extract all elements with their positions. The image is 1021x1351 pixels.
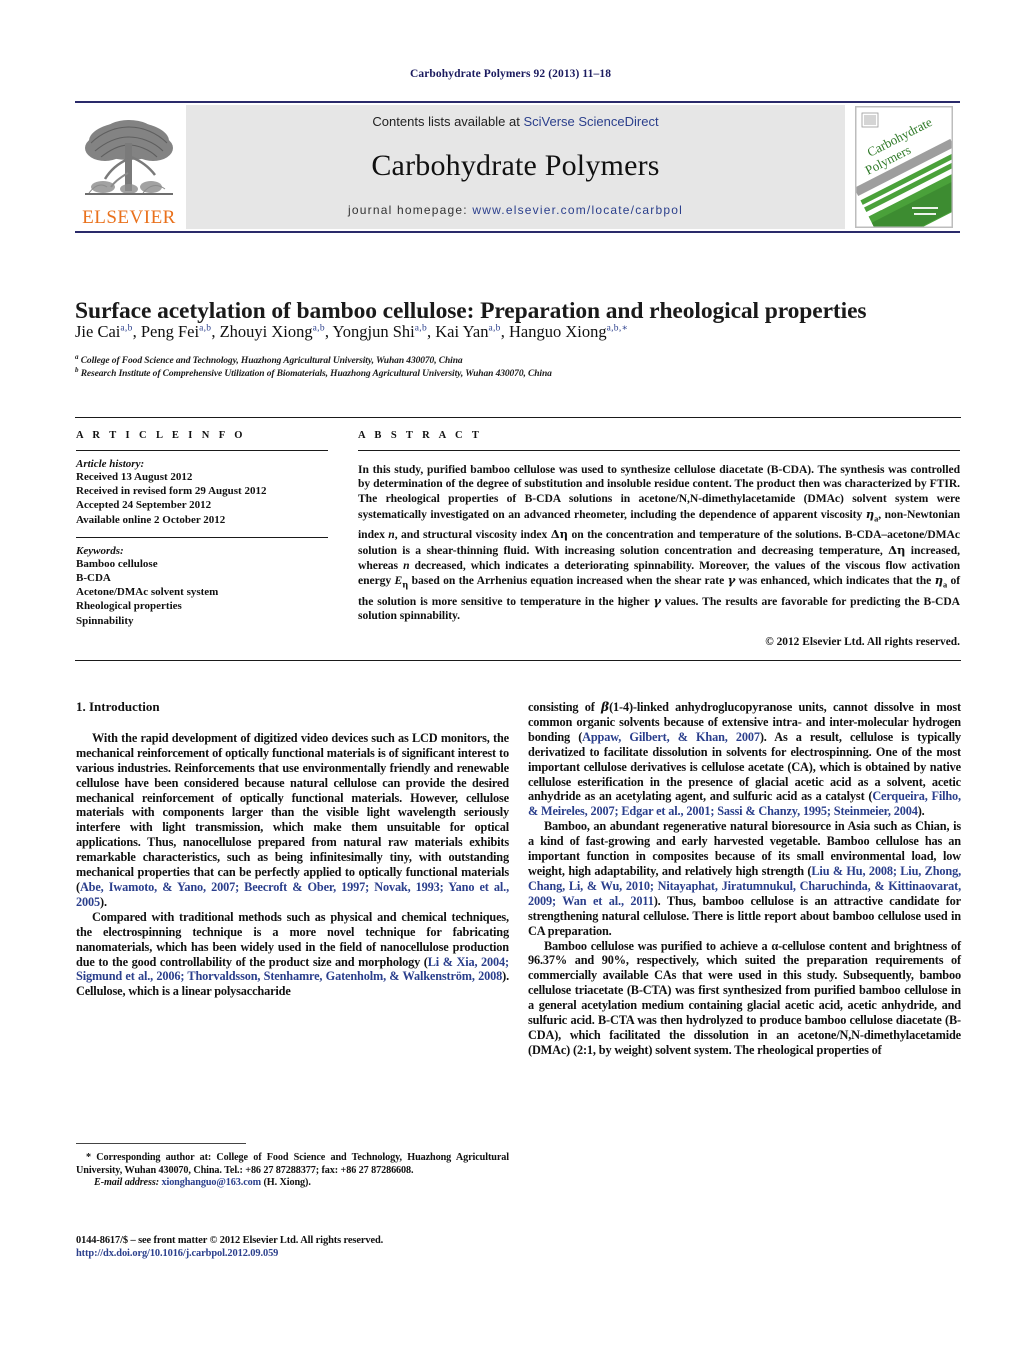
front-matter-line: 0144-8617/$ – see front matter © 2012 El…: [76, 1235, 384, 1246]
author-0: Jie Caia,b: [75, 322, 133, 341]
keywords-rule: [76, 536, 328, 538]
intro-paragraph-3: consisting of β(1-4)-linked anhydrogluco…: [528, 699, 961, 819]
abstract-rule: [358, 450, 960, 451]
info-section-top-rule: [75, 417, 961, 418]
contents-prefix: Contents lists available at: [372, 114, 524, 129]
article-history-online: Available online 2 October 2012: [76, 513, 226, 526]
author-1: Peng Feia,b: [140, 322, 212, 341]
elsevier-logo: ELSEVIER: [75, 105, 183, 229]
page-title: Surface acetylation of bamboo cellulose:…: [75, 297, 867, 324]
affiliation-b: b Research Institute of Comprehensive Ut…: [75, 366, 965, 379]
journal-homepage-link[interactable]: www.elsevier.com/locate/carbpol: [472, 203, 683, 217]
citation-group[interactable]: Appaw, Gilbert, & Khan, 2007: [582, 730, 760, 744]
keyword-4: Spinnability: [76, 614, 134, 627]
article-history-accepted: Accepted 24 September 2012: [76, 499, 212, 512]
email-link[interactable]: xionghanguo@163.com: [161, 1177, 261, 1188]
running-head: Carbohydrate Polymers 92 (2013) 11–18: [409, 68, 612, 80]
author-1-affil-marker: a,b: [199, 323, 212, 334]
intro-paragraph-5: Bamboo cellulose was purified to achieve…: [528, 938, 961, 1057]
intro-paragraph-4: Bamboo, an abundant regenerative natural…: [528, 819, 961, 938]
email-owner: (H. Xiong).: [261, 1177, 311, 1189]
article-info-heading: A R T I C L E I N F O: [76, 430, 246, 441]
intro-paragraph-1: With the rapid development of digitized …: [76, 730, 509, 909]
author-0-affil-marker: a,b: [120, 323, 133, 334]
keyword-1: B-CDA: [76, 572, 111, 585]
author-list: Jie Caia,b, Peng Feia,b, Zhouyi Xionga,b…: [75, 322, 629, 341]
author-3-affil-marker: a,b: [414, 323, 428, 334]
article-history-revised: Received in revised form 29 August 2012: [76, 485, 267, 498]
abstract-text: In this study, purified bamboo cellulose…: [358, 462, 961, 623]
contents-available-line: Contents lists available at SciVerse Sci…: [372, 114, 658, 129]
keyword-3: Rheological properties: [76, 600, 182, 613]
abstract-bottom-rule: [75, 660, 961, 661]
article-history-received: Received 13 August 2012: [76, 471, 193, 483]
affiliation-a-marker: a: [75, 353, 79, 361]
journal-homepage-line: journal homepage: www.elsevier.com/locat…: [348, 203, 683, 217]
homepage-prefix: journal homepage:: [348, 203, 473, 217]
author-5: Hanguo Xionga,b,∗: [508, 322, 629, 341]
section-heading-introduction: 1. Introduction: [76, 699, 160, 714]
abstract-heading: A B S T R A C T: [358, 430, 483, 441]
paper-page: Carbohydrate Polymers 92 (2013) 11–18 EL…: [0, 0, 1021, 1351]
citation-group[interactable]: Abe, Iwamoto, & Yano, 2007; Beecroft & O…: [76, 880, 509, 909]
sciencedirect-link[interactable]: SciVerse ScienceDirect: [523, 114, 658, 129]
journal-masthead: ELSEVIER Contents lists available at Sci…: [75, 101, 960, 233]
keyword-2: Acetone/DMAc solvent system: [76, 586, 219, 599]
affiliation-b-text: Research Institute of Comprehensive Util…: [80, 369, 552, 380]
article-info-column: A R T I C L E I N F O Article history: R…: [76, 430, 328, 628]
body-column-left: 1. Introduction With the rapid developme…: [76, 699, 510, 999]
footnote-separator: [76, 1143, 246, 1144]
journal-band: Contents lists available at SciVerse Sci…: [186, 105, 845, 229]
article-history-label: Article history:: [76, 458, 145, 470]
author-4: Kai Yana,b: [435, 322, 501, 341]
elsevier-wordmark: ELSEVIER: [82, 207, 176, 228]
author-3: Yongjun Shia,b: [332, 322, 428, 341]
journal-cover-image: Carbohydrate Polymers: [855, 106, 953, 228]
abstract-column: A B S T R A C T In this study, purified …: [358, 430, 960, 648]
author-2-affil-marker: a,b: [312, 323, 325, 334]
imprint-block: 0144-8617/$ – see front matter © 2012 El…: [76, 1234, 536, 1260]
author-4-affil-marker: a,b: [488, 323, 501, 334]
affiliation-a-text: College of Food Science and Technology, …: [80, 356, 463, 367]
abstract-copyright: © 2012 Elsevier Ltd. All rights reserved…: [765, 635, 960, 648]
affiliation-b-marker: b: [75, 366, 79, 374]
doi-link[interactable]: http://dx.doi.org/10.1016/j.carbpol.2012…: [76, 1248, 278, 1259]
journal-title: Carbohydrate Polymers: [371, 149, 660, 182]
cover-artwork-icon: Carbohydrate Polymers: [856, 107, 952, 227]
journal-cover: Carbohydrate Polymers: [848, 105, 960, 229]
footnote-block: * Corresponding author at: College of Fo…: [76, 1152, 509, 1190]
author-2: Zhouyi Xionga,b: [219, 322, 325, 341]
elsevier-tree-icon: [85, 120, 173, 195]
email-note: E-mail address: xionghanguo@163.com (H. …: [76, 1177, 509, 1190]
intro-paragraph-2: Compared with traditional methods such a…: [76, 909, 510, 999]
body-column-right: consisting of β(1-4)-linked anhydrogluco…: [528, 699, 961, 1058]
article-info-rule: [76, 450, 328, 451]
affiliation-a: a College of Food Science and Technology…: [75, 353, 965, 366]
email-label: E-mail address:: [94, 1177, 160, 1189]
corresponding-author-note: * Corresponding author at: College of Fo…: [76, 1152, 509, 1176]
author-5-affil-marker: a,b,∗: [606, 323, 629, 334]
keyword-0: Bamboo cellulose: [76, 557, 158, 570]
keywords-label: Keywords:: [76, 544, 124, 557]
